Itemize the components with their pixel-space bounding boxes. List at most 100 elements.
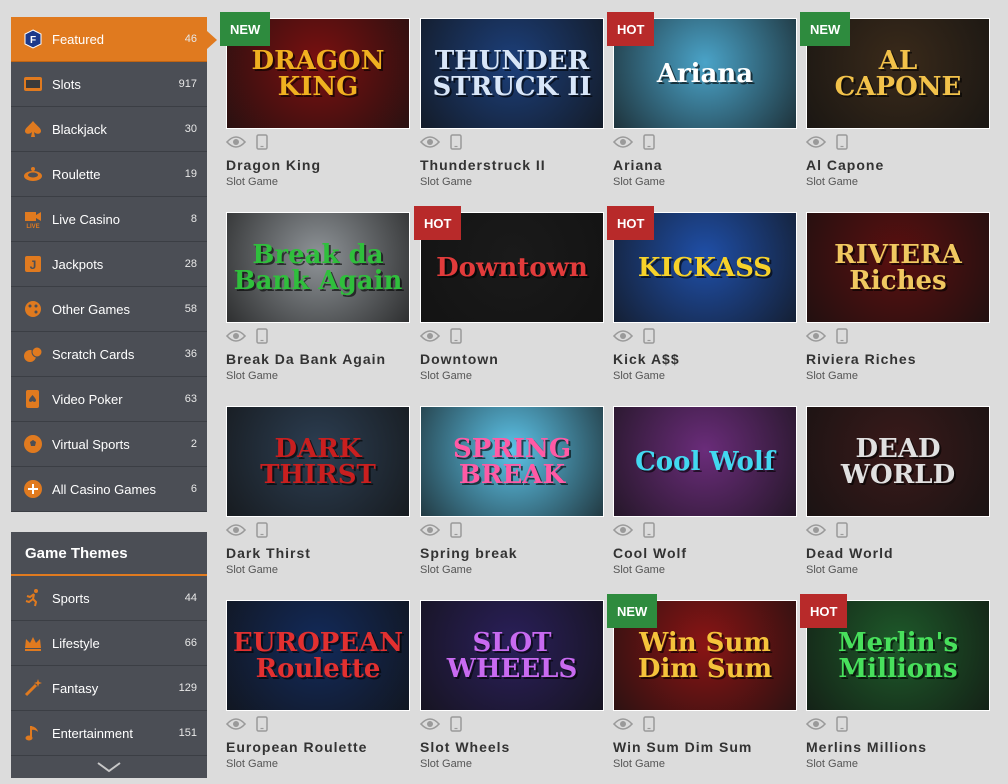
thumbnail-logo-text: SLOT WHEELS	[446, 627, 578, 684]
new-badge: NEW	[800, 12, 851, 46]
crown-icon	[23, 633, 43, 653]
game-actions	[805, 715, 990, 736]
sidebar-item-blackjack[interactable]: Blackjack 30	[11, 107, 207, 152]
eye-icon[interactable]	[612, 329, 634, 348]
scratch-card-icon	[23, 344, 43, 364]
new-badge: NEW	[220, 12, 271, 46]
plus-circle-icon	[23, 479, 43, 499]
game-title[interactable]: Merlins Millions	[806, 739, 990, 755]
eye-icon[interactable]	[225, 717, 247, 736]
game-actions	[612, 521, 797, 542]
game-card-cool-wolf[interactable]: Cool Wolf Cool Wolf Slot Game	[612, 406, 797, 576]
game-card-ariana[interactable]: HOT Ariana Ariana Slot Game	[607, 12, 797, 188]
sidebar-item-other-games[interactable]: Other Games 58	[11, 287, 207, 332]
eye-icon[interactable]	[419, 135, 441, 154]
game-thumbnail[interactable]: Break da Bank Again	[226, 212, 410, 323]
sidebar-item-live-casino[interactable]: LIVE Live Casino 8	[11, 197, 207, 242]
sidebar-item-fantasy[interactable]: Fantasy 129	[11, 666, 207, 711]
game-card-dark-thirst[interactable]: DARK THIRST Dark Thirst Slot Game	[225, 406, 410, 576]
game-title[interactable]: Dead World	[806, 545, 990, 561]
game-title[interactable]: Break Da Bank Again	[226, 351, 410, 367]
sidebar-item-video-poker[interactable]: Video Poker 63	[11, 377, 207, 422]
sidebar-item-roulette[interactable]: Roulette 19	[11, 152, 207, 197]
eye-icon[interactable]	[805, 523, 827, 542]
eye-icon[interactable]	[225, 135, 247, 154]
game-card-european-roulette[interactable]: EUROPEAN Roulette European Roulette Slot G…	[225, 600, 410, 770]
game-card-win-sum-dim-sum[interactable]: NEW Win Sum Dim Sum Win Sum Dim Sum Slot Ga…	[607, 594, 797, 770]
game-thumbnail[interactable]: RIVIERA Riches	[806, 212, 990, 323]
eye-icon[interactable]	[419, 523, 441, 542]
mobile-icon	[643, 133, 655, 155]
eye-icon[interactable]	[419, 717, 441, 736]
sidebar-item-slots[interactable]: Slots 917	[11, 62, 207, 107]
sidebar-item-count: 129	[178, 682, 197, 694]
eye-icon[interactable]	[805, 329, 827, 348]
game-title[interactable]: Slot Wheels	[420, 739, 604, 755]
sidebar-item-label: Sports	[52, 590, 90, 606]
sidebar-item-count: 30	[184, 123, 197, 135]
eye-icon[interactable]	[612, 717, 634, 736]
game-thumbnail[interactable]: DEAD WORLD	[806, 406, 990, 517]
game-card-slot-wheels[interactable]: SLOT WHEELS Slot Wheels Slot Game	[419, 600, 604, 770]
game-title[interactable]: Thunderstruck II	[420, 157, 604, 173]
game-title[interactable]: Dark Thirst	[226, 545, 410, 561]
eye-icon[interactable]	[805, 717, 827, 736]
game-card-riviera-riches[interactable]: RIVIERA Riches Riviera Riches Slot Game	[805, 212, 990, 382]
thumbnail-logo-text: DRAGON KING	[251, 45, 385, 102]
game-thumbnail[interactable]: DARK THIRST	[226, 406, 410, 517]
thumbnail-logo-text: SPRING BREAK	[452, 433, 572, 490]
eye-icon[interactable]	[225, 523, 247, 542]
themes-nav: Sports 44 Lifestyle 66 Fantasy 129 Entertainme…	[11, 576, 207, 756]
game-title[interactable]: Dragon King	[226, 157, 410, 173]
game-card-dragon-king[interactable]: NEW DRAGON KING Dragon King Slot Game	[220, 12, 410, 188]
game-title[interactable]: Win Sum Dim Sum	[613, 739, 797, 755]
thumbnail-logo-text: RIVIERA Riches	[834, 239, 962, 296]
sidebar-item-featured[interactable]: F Featured 46	[11, 17, 217, 62]
game-card-downtown[interactable]: HOT Downtown Downtown Slot Game	[414, 206, 604, 382]
game-card-dead-world[interactable]: DEAD WORLD Dead World Slot Game	[805, 406, 990, 576]
game-title[interactable]: Riviera Riches	[806, 351, 990, 367]
spade-icon	[23, 119, 43, 139]
thumbnail-logo-text: Cool Wolf	[635, 446, 775, 477]
game-thumbnail[interactable]: Cool Wolf	[613, 406, 797, 517]
scroll-down-button[interactable]	[11, 756, 207, 778]
game-card-spring-break[interactable]: SPRING BREAK Spring break Slot Game	[419, 406, 604, 576]
svg-text:J: J	[30, 258, 37, 272]
eye-icon[interactable]	[612, 523, 634, 542]
eye-icon[interactable]	[225, 329, 247, 348]
sidebar-item-lifestyle[interactable]: Lifestyle 66	[11, 621, 207, 666]
sidebar-item-sports[interactable]: Sports 44	[11, 576, 207, 621]
game-card-al-capone[interactable]: NEW AL CAPONE Al Capone Slot Game	[800, 12, 990, 188]
sidebar-item-all-casino-games[interactable]: All Casino Games 6	[11, 467, 207, 512]
sidebar-item-scratch-cards[interactable]: Scratch Cards 36	[11, 332, 207, 377]
game-thumbnail[interactable]: EUROPEAN Roulette	[226, 600, 410, 711]
game-title[interactable]: Cool Wolf	[613, 545, 797, 561]
game-actions	[612, 133, 797, 155]
game-title[interactable]: Spring break	[420, 545, 604, 561]
game-card-thunderstruck-ii[interactable]: THUNDER STRUCK II Thunderstruck II Slot Ga…	[419, 18, 604, 188]
game-title[interactable]: Kick A$$	[613, 351, 797, 367]
game-actions	[225, 327, 410, 348]
game-thumbnail[interactable]: SLOT WHEELS	[420, 600, 604, 711]
sidebar-item-label: All Casino Games	[52, 481, 157, 497]
game-title[interactable]: Al Capone	[806, 157, 990, 173]
game-card-break-da-bank-again[interactable]: Break da Bank Again Break Da Bank Again Sl…	[225, 212, 410, 382]
game-title[interactable]: Downtown	[420, 351, 604, 367]
sidebar-item-virtual-sports[interactable]: Virtual Sports 2	[11, 422, 207, 467]
sidebar-item-entertainment[interactable]: Entertainment 151	[11, 711, 207, 756]
sidebar-item-count: 8	[190, 213, 197, 225]
sidebar-item-count: 63	[184, 393, 197, 405]
eye-icon[interactable]	[805, 135, 827, 154]
sidebar-item-jackpots[interactable]: J Jackpots 28	[11, 242, 207, 287]
game-card-merlins-millions[interactable]: HOT Merlin's Millions Merlins Millions Slot…	[800, 594, 990, 770]
game-thumbnail[interactable]: SPRING BREAK	[420, 406, 604, 517]
game-type: Slot Game	[226, 176, 278, 188]
mobile-icon	[256, 521, 268, 543]
game-thumbnail[interactable]: THUNDER STRUCK II	[420, 18, 604, 129]
eye-icon[interactable]	[419, 329, 441, 348]
game-title[interactable]: European Roulette	[226, 739, 410, 755]
game-card-kick-a[interactable]: HOT KICKASS Kick A$$ Slot Game	[607, 206, 797, 382]
eye-icon[interactable]	[612, 135, 634, 154]
game-title[interactable]: Ariana	[613, 157, 797, 173]
sidebar-item-label: Scratch Cards	[52, 346, 135, 362]
